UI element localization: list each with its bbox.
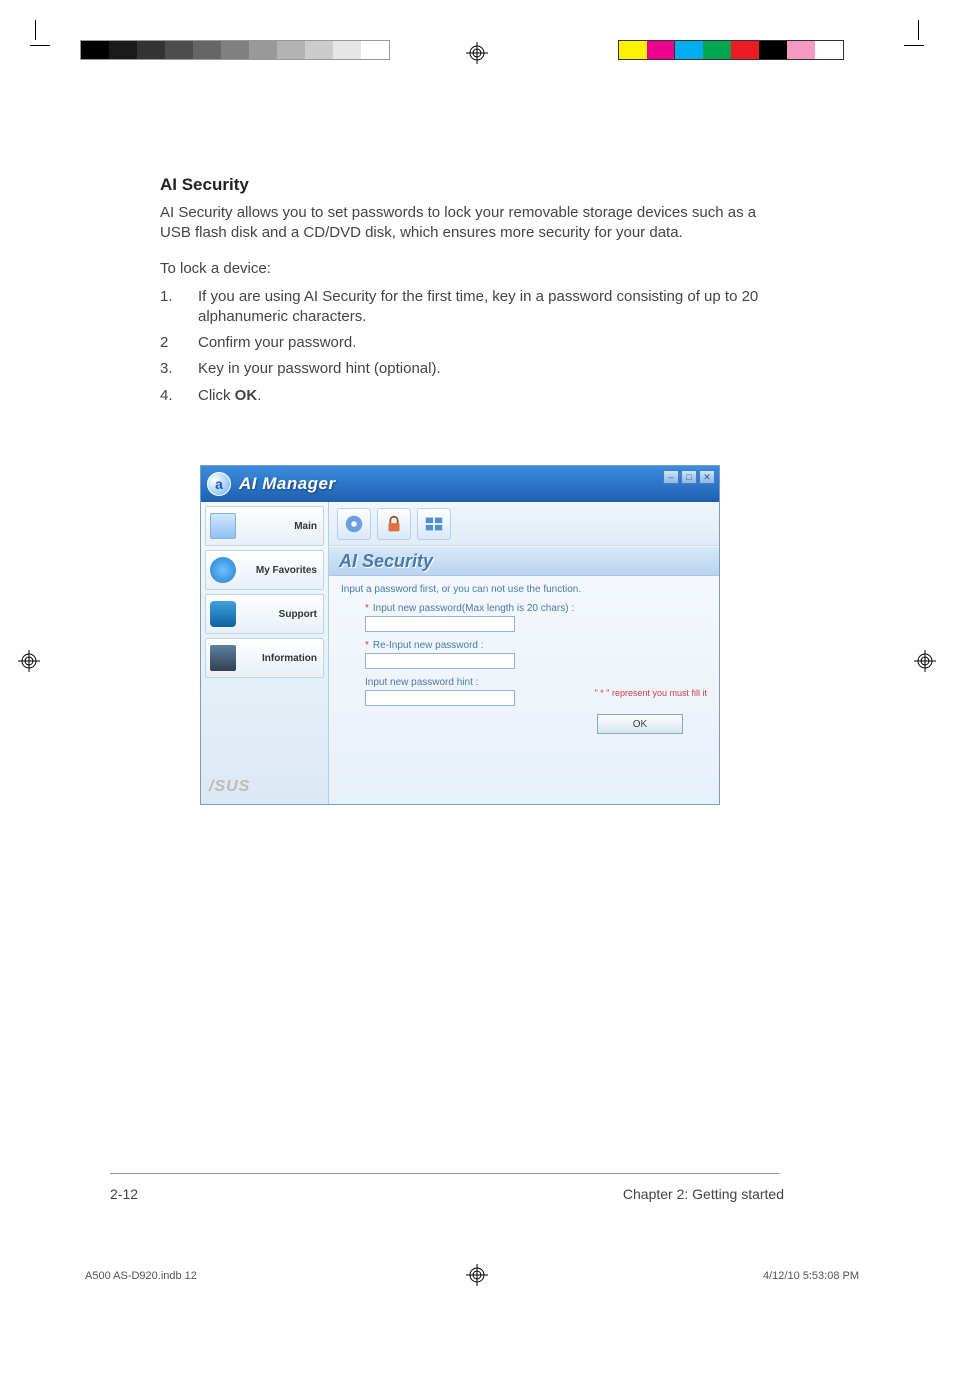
minimize-button[interactable]: – (663, 470, 679, 484)
step-text: If you are using AI Security for the fir… (198, 287, 780, 328)
brand-logo: /SUS (205, 774, 324, 800)
footer-rule (110, 1173, 780, 1174)
close-button[interactable]: ✕ (699, 470, 715, 484)
sidebar-item-information[interactable]: Information (205, 638, 324, 678)
step-text: Key in your password hint (optional). (198, 359, 780, 379)
registration-mark-top (466, 42, 488, 64)
field-new-password: *Input new password(Max length is 20 cha… (365, 603, 707, 632)
section-heading: AI Security (160, 175, 780, 195)
field-password-hint: Input new password hint : (365, 677, 707, 706)
toolbar-lock-button[interactable] (377, 508, 411, 540)
window-controls: – □ ✕ (663, 470, 715, 484)
step-number: 4. (160, 386, 198, 406)
crop-mark-top-right (904, 20, 924, 50)
section-title: AI Security (329, 546, 719, 576)
step-number: 3. (160, 359, 198, 379)
crop-mark-top-left (30, 20, 50, 50)
sidebar-item-label: Main (294, 521, 317, 532)
chapter-title: Chapter 2: Getting started (623, 1186, 784, 1202)
intro-paragraph: AI Security allows you to set passwords … (160, 203, 780, 244)
titlebar: a AI Manager – □ ✕ (201, 466, 719, 502)
sidebar-item-main[interactable]: Main (205, 506, 324, 546)
print-marks-top (0, 20, 954, 50)
support-icon (210, 601, 236, 627)
field-label: *Input new password(Max length is 20 cha… (365, 603, 707, 614)
field-label: Input new password hint : (365, 677, 707, 688)
slug-timestamp: 4/12/10 5:53:08 PM (763, 1270, 859, 1282)
sidebar-item-label: Support (279, 609, 317, 620)
favorites-icon (210, 557, 236, 583)
sidebar: Main My Favorites Support Information /S… (201, 502, 329, 804)
app-logo-icon: a (207, 472, 231, 496)
toolbar (329, 502, 719, 546)
step-item: 1. If you are using AI Security for the … (160, 287, 780, 328)
registration-mark-left (18, 650, 40, 672)
sidebar-item-support[interactable]: Support (205, 594, 324, 634)
page-number: 2-12 (110, 1186, 138, 1202)
drives-icon (423, 513, 445, 535)
new-password-input[interactable] (365, 616, 515, 632)
page-content: AI Security AI Security allows you to se… (160, 175, 780, 412)
lead-text: To lock a device: (160, 260, 780, 277)
step-number: 2 (160, 333, 198, 353)
registration-mark-right (914, 650, 936, 672)
registration-mark-bottom (466, 1264, 488, 1286)
maximize-button[interactable]: □ (681, 470, 697, 484)
ai-manager-window: a AI Manager – □ ✕ Main My Favorites Sup… (200, 465, 720, 805)
disc-icon (343, 513, 365, 535)
password-hint-input[interactable] (365, 690, 515, 706)
step-item: 4. Click OK. (160, 386, 780, 406)
step-text: Click OK. (198, 386, 780, 406)
step-item: 2 Confirm your password. (160, 333, 780, 353)
reinput-password-input[interactable] (365, 653, 515, 669)
form-instruction: Input a password first, or you can not u… (341, 584, 707, 595)
field-label: *Re-Input new password : (365, 640, 707, 651)
main-icon (210, 513, 236, 539)
gray-swatch-bar (80, 40, 390, 60)
sidebar-item-favorites[interactable]: My Favorites (205, 550, 324, 590)
step-item: 3. Key in your password hint (optional). (160, 359, 780, 379)
toolbar-disc-button[interactable] (337, 508, 371, 540)
sidebar-item-label: My Favorites (256, 565, 317, 576)
ok-button[interactable]: OK (597, 714, 683, 734)
sidebar-item-label: Information (262, 653, 317, 664)
color-swatch-bar (618, 40, 844, 60)
steps-list: 1. If you are using AI Security for the … (160, 287, 780, 406)
information-icon (210, 645, 236, 671)
form-area: Input a password first, or you can not u… (329, 576, 719, 742)
field-reinput-password: *Re-Input new password : (365, 640, 707, 669)
slug-filename: A500 AS-D920.indb 12 (85, 1270, 197, 1282)
step-number: 1. (160, 287, 198, 328)
window-title: AI Manager (239, 474, 336, 494)
lock-icon (383, 513, 405, 535)
content-pane: AI Security Input a password first, or y… (329, 502, 719, 804)
toolbar-drives-button[interactable] (417, 508, 451, 540)
step-text: Confirm your password. (198, 333, 780, 353)
